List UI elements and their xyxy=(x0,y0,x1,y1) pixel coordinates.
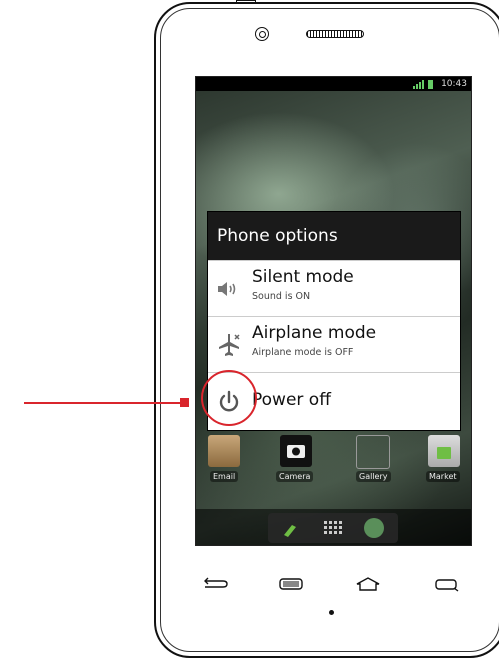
app-label-market: Market xyxy=(426,471,460,482)
search-button[interactable] xyxy=(434,576,460,592)
speaker-icon xyxy=(218,282,236,296)
option-status: Airplane mode is OFF xyxy=(252,347,354,358)
market-app-icon[interactable] xyxy=(428,435,460,467)
option-status: Sound is ON xyxy=(252,291,311,302)
status-bar: 10:43 xyxy=(196,77,471,91)
dialog-title: Phone options xyxy=(217,226,338,246)
front-camera xyxy=(255,27,269,41)
signal-icon xyxy=(413,80,424,89)
app-label-email: Email xyxy=(210,471,239,482)
app-label-gallery: Gallery xyxy=(356,471,391,482)
email-app-icon[interactable] xyxy=(208,435,240,467)
app-label-camera: Camera xyxy=(276,471,314,482)
notification-led xyxy=(329,610,334,615)
dialog-header: Phone options xyxy=(208,212,460,260)
menu-button[interactable] xyxy=(278,576,304,592)
gallery-app-icon[interactable] xyxy=(356,435,390,469)
earpiece-speaker xyxy=(306,30,364,38)
battery-icon xyxy=(428,80,433,89)
dock-icons xyxy=(284,518,384,538)
back-button[interactable] xyxy=(203,576,229,592)
option-label: Power off xyxy=(252,390,331,410)
option-silent-mode[interactable]: Silent mode Sound is ON xyxy=(208,260,460,316)
launcher-dock xyxy=(268,513,398,543)
annotation-pointer-end xyxy=(180,398,189,407)
annotation-pointer-line xyxy=(24,402,180,404)
status-time: 10:43 xyxy=(441,79,467,89)
option-airplane-mode[interactable]: Airplane mode Airplane mode is OFF xyxy=(208,316,460,372)
airplane-icon xyxy=(219,334,240,356)
status-icons xyxy=(413,79,433,89)
annotation-highlight-circle xyxy=(201,370,257,426)
option-label: Airplane mode xyxy=(252,323,377,343)
camera-app-icon[interactable] xyxy=(280,435,312,467)
option-label: Silent mode xyxy=(252,267,354,287)
home-button[interactable] xyxy=(354,576,382,592)
phone-screen: 10:43 Email Camera Gallery Market Phone … xyxy=(195,76,472,546)
